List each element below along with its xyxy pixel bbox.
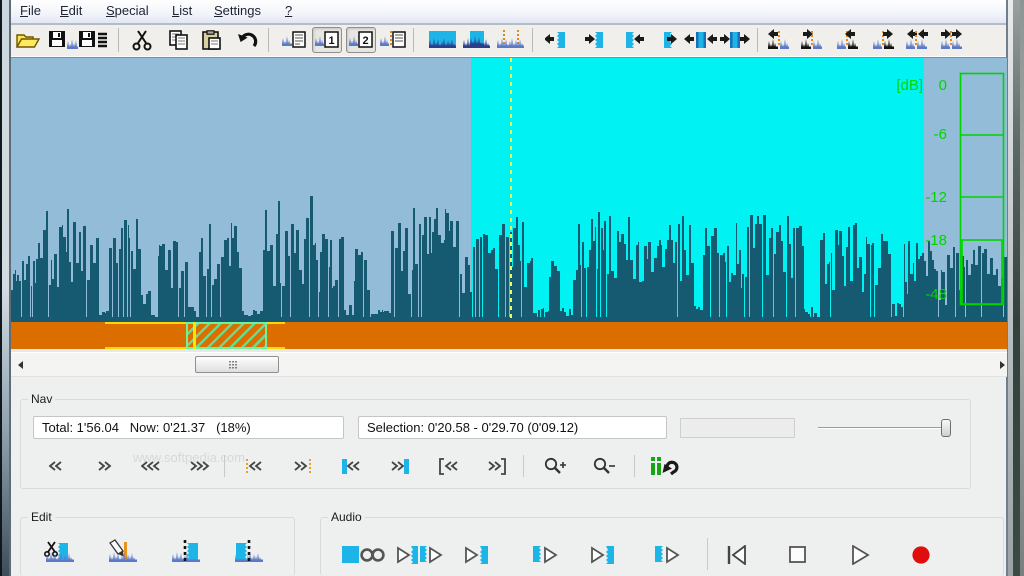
svg-text:1: 1 xyxy=(328,35,334,47)
svg-text:2: 2 xyxy=(362,35,368,47)
